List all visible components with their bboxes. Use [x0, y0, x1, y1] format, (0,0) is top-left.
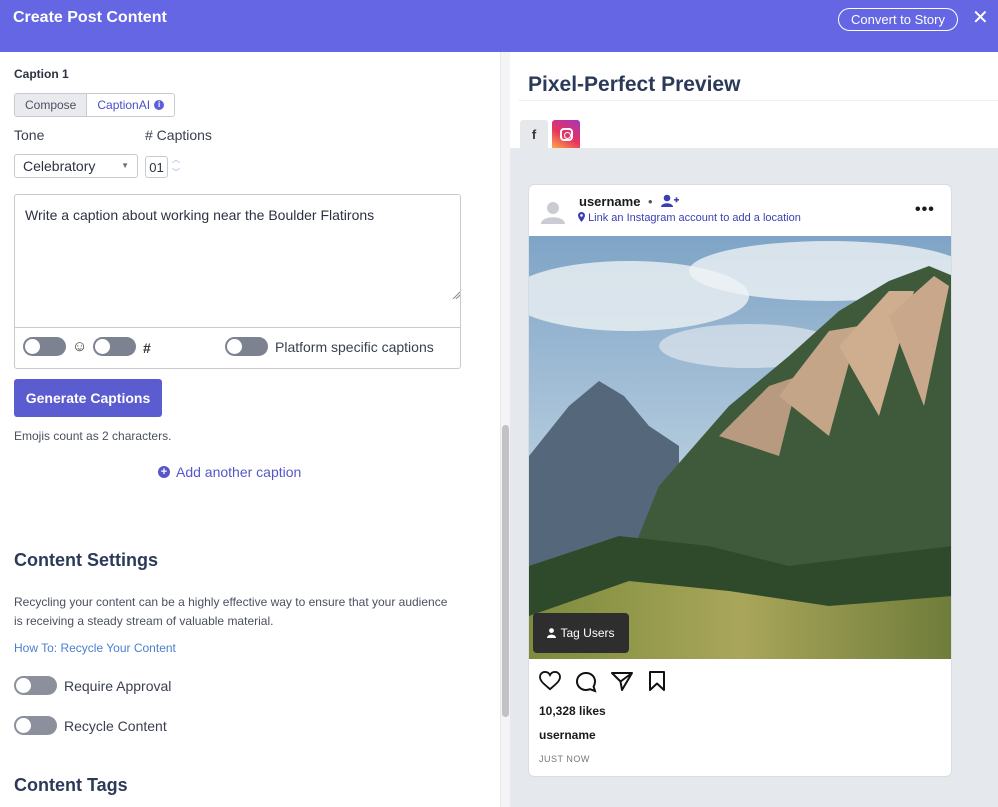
preview-divider: [518, 100, 998, 101]
preview-title: Pixel-Perfect Preview: [528, 73, 741, 96]
stepper-up-icon[interactable]: ︿: [172, 156, 180, 164]
location-pin-icon: [578, 212, 585, 222]
tone-select[interactable]: Celebratory ▼: [14, 154, 138, 178]
textarea-divider: [15, 327, 460, 328]
platform-specific-toggle[interactable]: [225, 337, 268, 356]
instagram-icon: [559, 127, 573, 141]
editor-panel: Caption 1 Compose CaptionAI i Tone # Cap…: [0, 52, 500, 807]
more-options-icon[interactable]: •••: [915, 202, 935, 218]
tab-captionai-label: CaptionAI: [97, 98, 151, 112]
content-tags-title: Content Tags: [14, 775, 128, 795]
add-caption-link[interactable]: + Add another caption: [158, 464, 301, 480]
tab-compose[interactable]: Compose: [15, 94, 88, 116]
share-icon[interactable]: [611, 671, 633, 691]
tone-select-value: Celebratory: [23, 158, 96, 174]
recycle-content-toggle[interactable]: [14, 716, 57, 735]
content-settings-title: Content Settings: [14, 550, 158, 570]
captions-count-label: # Captions: [145, 127, 212, 143]
close-icon[interactable]: ✕: [972, 8, 989, 28]
separator-dot: •: [648, 194, 653, 209]
add-caption-label: Add another caption: [176, 464, 302, 480]
hashtag-icon: #: [143, 340, 151, 356]
caption-textarea[interactable]: Write a caption about working near the B…: [14, 194, 461, 369]
tone-label: Tone: [14, 127, 45, 143]
generate-captions-button[interactable]: Generate Captions: [14, 379, 162, 417]
tag-users-label: Tag Users: [560, 626, 615, 640]
emoji-toggle[interactable]: [23, 337, 66, 356]
tag-users-button[interactable]: Tag Users: [533, 613, 629, 653]
require-approval-label: Require Approval: [64, 678, 172, 694]
scrollbar-thumb[interactable]: [502, 425, 509, 717]
plus-circle-icon: +: [158, 466, 170, 478]
caption-heading: Caption 1: [14, 67, 69, 81]
hashtag-toggle[interactable]: [93, 337, 136, 356]
heart-icon[interactable]: [539, 671, 561, 691]
likes-count: 10,328 likes: [539, 704, 606, 718]
bookmark-icon[interactable]: [647, 671, 667, 691]
tab-instagram[interactable]: [552, 120, 580, 148]
resize-handle-icon[interactable]: [452, 291, 460, 299]
avatar: [541, 202, 565, 224]
emoji-count-note: Emojis count as 2 characters.: [14, 429, 172, 443]
emoji-icon: ☺: [72, 338, 88, 355]
platform-specific-label: Platform specific captions: [275, 339, 434, 355]
caption-username: username: [539, 728, 596, 742]
info-icon[interactable]: i: [154, 100, 165, 110]
post-photo: [529, 236, 951, 659]
tab-captionai[interactable]: CaptionAI i: [87, 94, 175, 116]
recycle-howto-link[interactable]: How To: Recycle Your Content: [14, 641, 176, 655]
instagram-post-preview: username • Link an Instagram account to …: [528, 184, 952, 777]
location-link[interactable]: Link an Instagram account to add a locat…: [578, 212, 801, 224]
stepper-down-icon[interactable]: ﹀: [172, 169, 180, 177]
comment-icon[interactable]: [575, 671, 597, 693]
captions-count-input[interactable]: 01: [145, 156, 168, 178]
post-username: username: [579, 194, 641, 209]
recycle-content-label: Recycle Content: [64, 718, 167, 734]
tab-facebook[interactable]: f: [520, 120, 548, 148]
page-title: Create Post Content: [13, 9, 167, 26]
user-icon: [547, 628, 557, 638]
chevron-down-icon: ▼: [121, 161, 129, 170]
location-link-label: Link an Instagram account to add a locat…: [588, 212, 801, 224]
convert-to-story-button[interactable]: Convert to Story: [838, 8, 958, 31]
require-approval-toggle[interactable]: [14, 676, 57, 695]
caption-mode-tabs: Compose CaptionAI i: [14, 93, 176, 117]
header-bar: Create Post Content Convert to Story ✕: [0, 0, 998, 52]
post-timestamp: JUST NOW: [539, 754, 590, 764]
content-settings-description: Recycling your content can be a highly e…: [14, 595, 448, 628]
caption-textarea-value: Write a caption about working near the B…: [25, 207, 375, 223]
add-user-icon[interactable]: [661, 194, 679, 208]
